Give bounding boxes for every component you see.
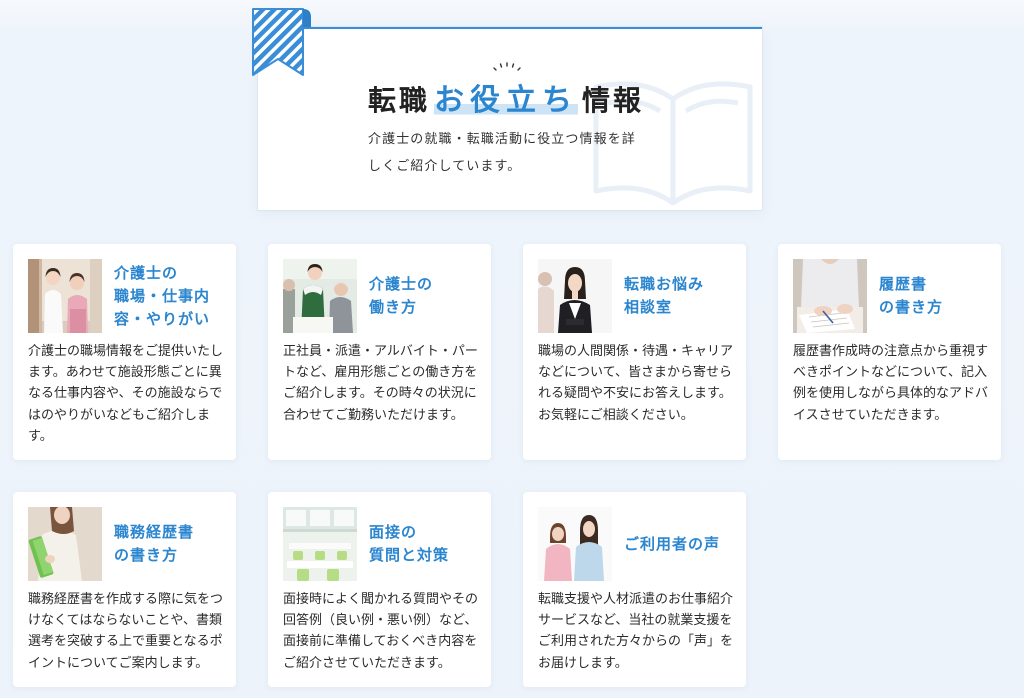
card-description-line: 職場の人間関係・待遇・キャリア	[538, 344, 734, 359]
card-title[interactable]: 面接の 質問と対策	[369, 521, 449, 567]
caregiver-with-senior-photo	[283, 259, 357, 333]
card-title[interactable]: ご利用者の声	[624, 533, 720, 556]
info-card-caregiver-work-styles[interactable]: 介護士の 働き方 正社員・派遣・アルバイト・パー トなど、雇用形態ごとの働き方を…	[268, 244, 491, 461]
card-description-line: 回答例（良い例・悪い例）など、	[283, 613, 478, 629]
card-description: 正社員・派遣・アルバイト・パー トなど、雇用形態ごとの働き方を ご紹介します。そ…	[283, 341, 478, 426]
card-description-line: 面接時によく聞かれる質問やその	[283, 592, 479, 608]
card-description-line: 介護士の職場情報をご提供いたし	[28, 344, 224, 359]
woman-with-folder-photo	[28, 507, 102, 582]
card-header: 職務経歴書 の書き方	[28, 507, 222, 582]
title-highlight: お役立ち	[434, 83, 579, 118]
card-title-line: の書き方	[114, 546, 179, 565]
title-text-end: 情報	[582, 84, 645, 117]
info-card-grid: 介護士の 職場・仕事内 容・やりがい 介護士の職場情報をご提供いたし ます。あわ…	[13, 244, 1001, 687]
card-header: 転職お悩み 相談室	[538, 259, 732, 333]
card-description-line: 例を使用しながら具体的なアドバ	[793, 386, 989, 402]
card-title[interactable]: 介護士の 職場・仕事内 容・やりがい	[114, 262, 210, 331]
interview-room-photo	[283, 507, 357, 582]
card-description-line: はのやりがいなどもご紹介しま	[28, 407, 211, 423]
card-title-line: 介護士の	[114, 263, 179, 282]
section-header-card: 転職 お役立ち 情報 介護士の就職・転職活動に役立つ情報を詳 しくご紹介しています。	[258, 27, 762, 210]
card-title-line: 働き方	[369, 298, 418, 316]
section-lead-text: 介護士の就職・転職活動に役立つ情報を詳 しくご紹介しています。	[368, 126, 636, 180]
card-title-line: の書き方	[879, 298, 944, 316]
card-title-line: 転職お悩み	[624, 275, 705, 293]
card-description-line: なる仕事内容や、その施設ならで	[28, 386, 223, 402]
card-description: 履歴書作成時の注意点から重視す べきポイントなどについて、記入 例を使用しながら…	[793, 341, 989, 426]
card-description-line: 履歴書作成時の注意点から重視す	[793, 344, 989, 359]
card-description-line: ご利用された方々からの「声」を	[538, 634, 734, 650]
lead-line: しくご紹介しています。	[368, 159, 522, 174]
card-description-line: イスさせていただきます。	[793, 407, 948, 423]
card-description: 職務経歴書を作成する際に気をつ けなくてはならないことや、書類 選考を突破する上…	[28, 589, 224, 674]
card-description-line: ご紹介させていただきます。	[283, 655, 451, 671]
card-description: 面接時によく聞かれる質問やその 回答例（良い例・悪い例）など、 面接前に準備して…	[283, 589, 479, 674]
sparkle-icon	[493, 57, 521, 76]
card-description-line: ご紹介します。その時々の状況に	[283, 386, 477, 402]
info-card-career-consultation[interactable]: 転職お悩み 相談室 職場の人間関係・待遇・キャリア などについて、皆さまから寄せ…	[523, 244, 746, 461]
page-title: 転職 お役立ち 情報	[368, 80, 644, 122]
card-title-line: 面接の	[369, 523, 418, 542]
card-title[interactable]: 転職お悩み 相談室	[624, 273, 704, 319]
info-card-resume-writing[interactable]: 履歴書 の書き方 履歴書作成時の注意点から重視す べきポイントなどについて、記入…	[778, 244, 1001, 461]
card-title-line: 履歴書	[879, 275, 928, 293]
card-title-line: 介護士の	[369, 275, 434, 293]
card-description-line: お気軽にご相談ください。	[538, 407, 694, 423]
card-description-line: などについて、皆さまから寄せら	[538, 365, 732, 381]
card-title-line: 職務経歴書	[114, 523, 195, 542]
card-description-line: お届けします。	[538, 655, 628, 671]
card-description-line: ます。あわせて施設形態ごとに異	[28, 365, 222, 381]
title-text-main: 転職	[368, 84, 431, 117]
card-description-line: す。	[28, 428, 53, 444]
card-description-line: 面接前に準備しておくべき内容を	[283, 634, 478, 650]
card-title[interactable]: 履歴書 の書き方	[879, 273, 943, 319]
card-title-line: 職場・仕事内	[114, 286, 211, 305]
card-description-line: 合わせてご勤務いただけます。	[283, 407, 464, 423]
card-description-line: けなくてはならないことや、書類	[28, 613, 222, 629]
card-description-line: トなど、雇用形態ごとの働き方を	[283, 365, 478, 381]
card-description-line: 正社員・派遣・アルバイト・パー	[283, 344, 478, 359]
info-card-interview-tips[interactable]: 面接の 質問と対策 面接時によく聞かれる質問やその 回答例（良い例・悪い例）など…	[268, 492, 491, 687]
resume-writing-photo	[793, 259, 867, 333]
card-description: 転職支援や人材派遣のお仕事紹介 サービスなど、当社の就業支援を ご利用された方々…	[538, 589, 734, 674]
card-header: 履歴書 の書き方	[793, 259, 987, 333]
caregiver-workplace-photo	[28, 259, 102, 333]
info-card-caregiver-workplace[interactable]: 介護士の 職場・仕事内 容・やりがい 介護士の職場情報をご提供いたし ます。あわ…	[13, 244, 236, 461]
card-header: 面接の 質問と対策	[283, 507, 477, 582]
card-description: 職場の人間関係・待遇・キャリア などについて、皆さまから寄せら れる疑問や不安に…	[538, 341, 734, 426]
users-testimonial-photo	[538, 507, 612, 582]
card-title[interactable]: 介護士の 働き方	[369, 273, 433, 319]
card-description: 介護士の職場情報をご提供いたし ます。あわせて施設形態ごとに異 なる仕事内容や、…	[28, 341, 224, 447]
card-title-line: ご利用者の声	[624, 534, 721, 553]
card-title-line: 容・やりがい	[114, 309, 211, 328]
consultant-woman-photo	[538, 259, 612, 333]
card-header: ご利用者の声	[538, 507, 732, 582]
bookmark-ribbon-icon	[251, 7, 313, 83]
card-description-line: 職務経歴書を作成する際に気をつ	[28, 592, 224, 608]
card-description-line: サービスなど、当社の就業支援を	[538, 613, 733, 629]
card-description-line: イントについてご案内します。	[28, 655, 209, 671]
card-description-line: れる疑問や不安にお答えします。	[538, 386, 732, 402]
card-title[interactable]: 職務経歴書 の書き方	[114, 521, 194, 567]
card-header: 介護士の 働き方	[283, 259, 477, 333]
card-description-line: 転職支援や人材派遣のお仕事紹介	[538, 592, 734, 608]
card-title-line: 相談室	[624, 298, 673, 316]
card-header: 介護士の 職場・仕事内 容・やりがい	[28, 259, 222, 333]
card-description-line: べきポイントなどについて、記入	[793, 365, 987, 381]
card-title-line: 質問と対策	[369, 546, 450, 565]
info-card-user-testimonials[interactable]: ご利用者の声 転職支援や人材派遣のお仕事紹介 サービスなど、当社の就業支援を ご…	[523, 492, 746, 687]
info-card-cv-writing[interactable]: 職務経歴書 の書き方 職務経歴書を作成する際に気をつ けなくてはならないことや、…	[13, 492, 236, 687]
card-description-line: 選考を突破する上で重要となるポ	[28, 634, 223, 650]
lead-line: 介護士の就職・転職活動に役立つ情報を詳	[368, 132, 636, 147]
